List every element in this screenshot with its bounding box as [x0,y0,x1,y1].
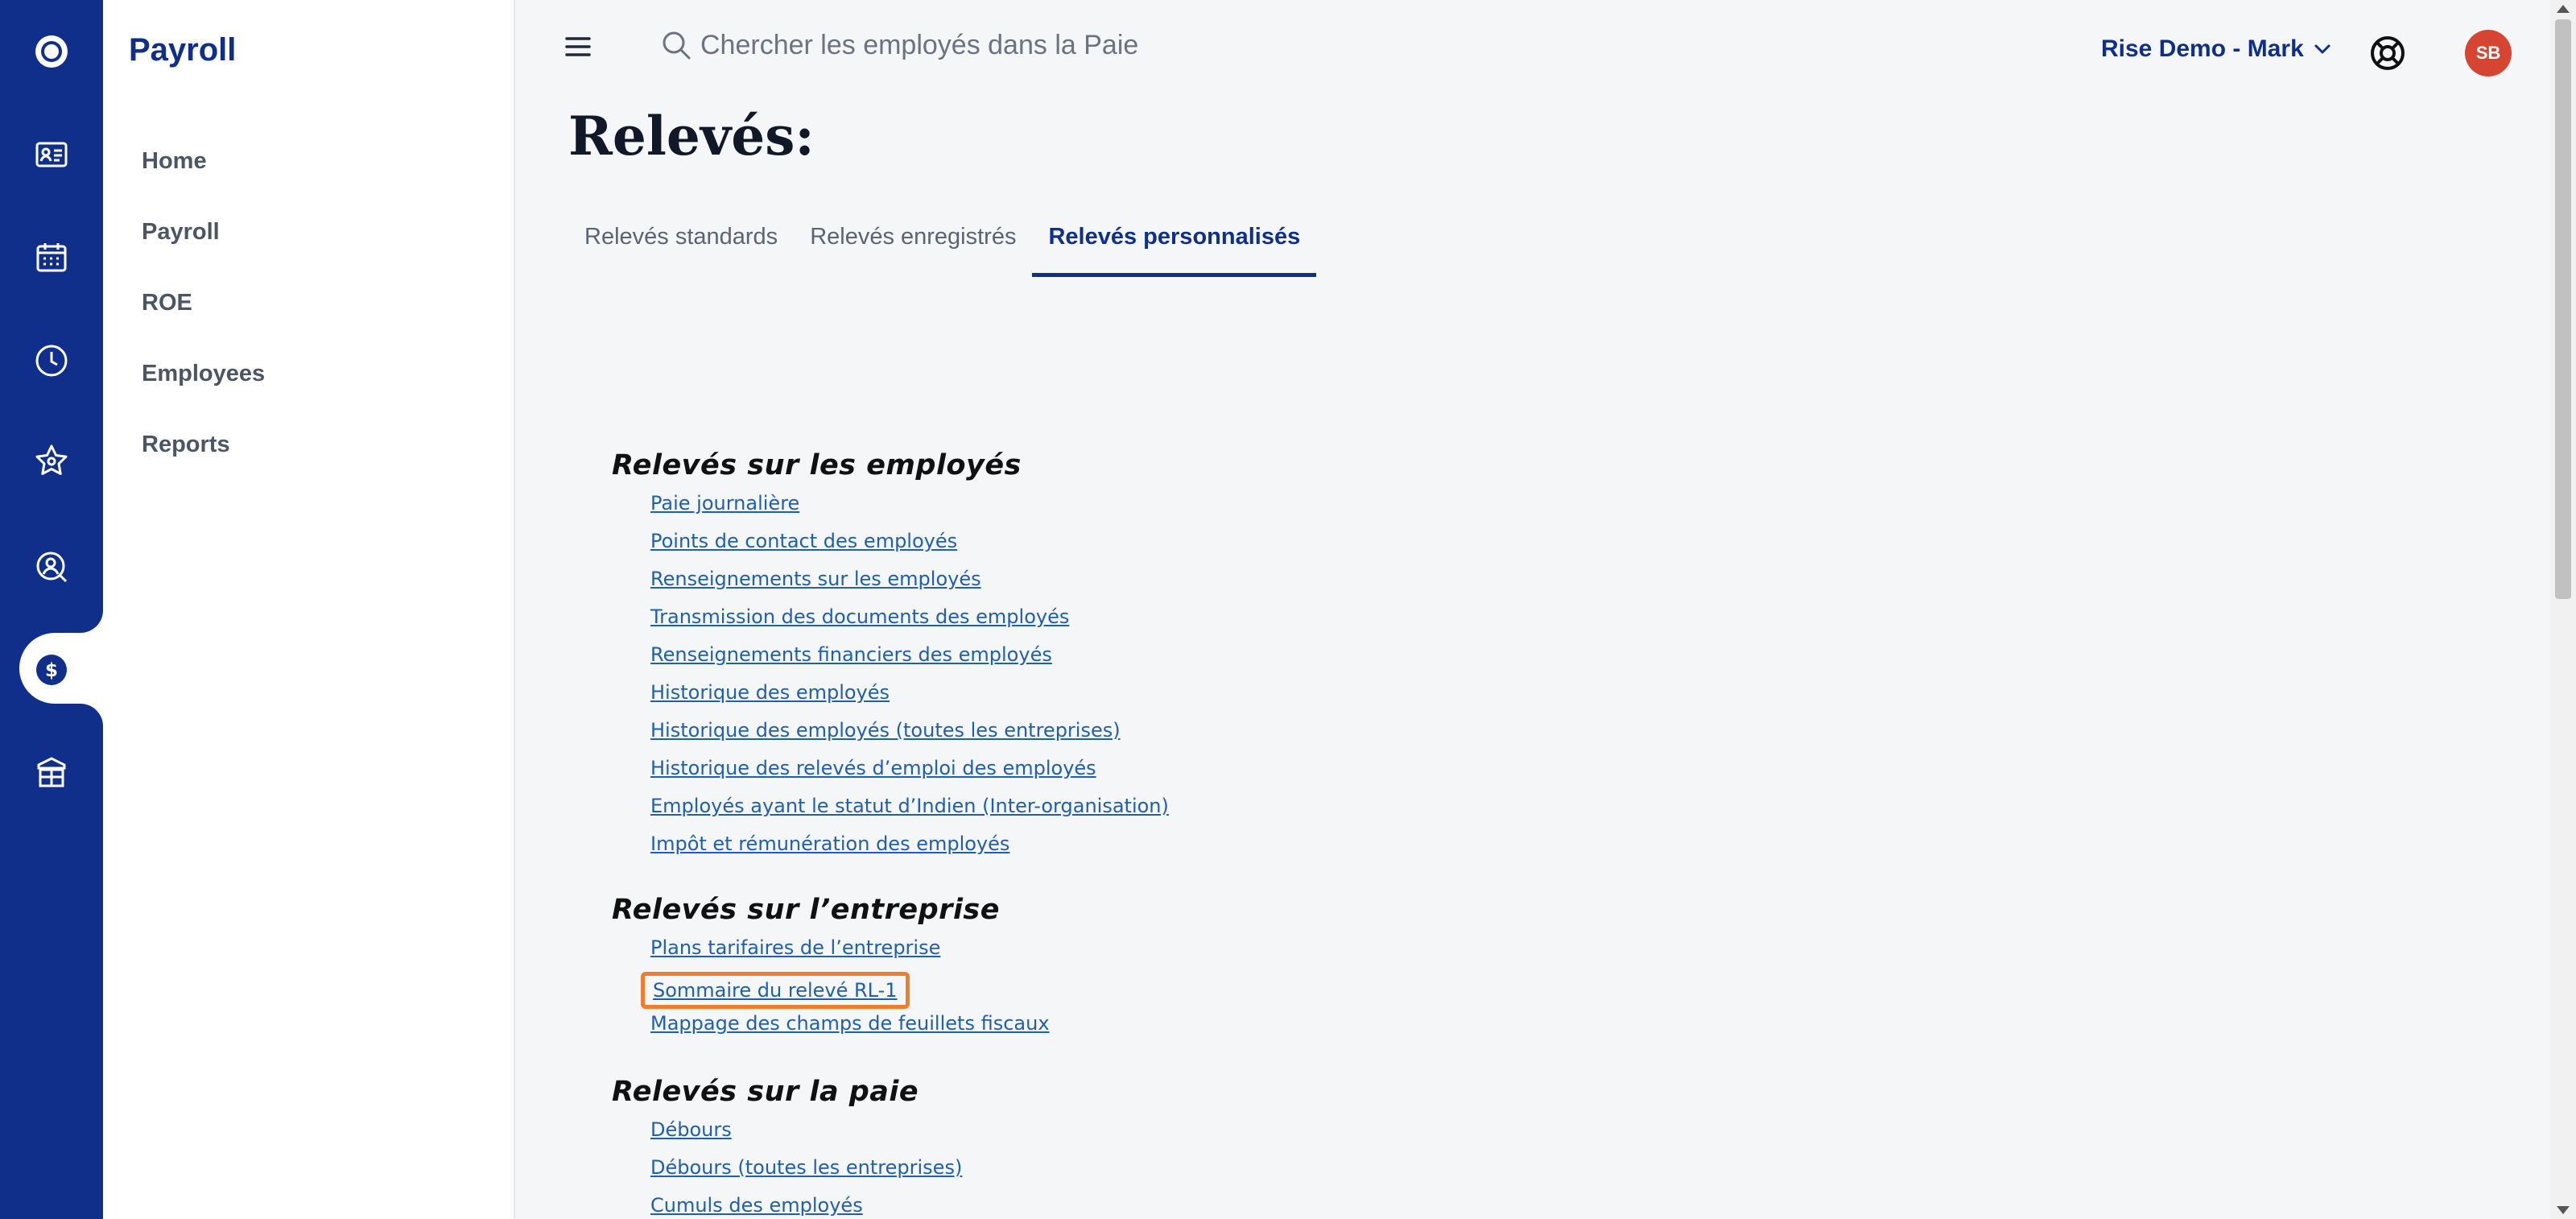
report-link-tax-slip-mapping[interactable]: Mappage des champs de feuillets fiscaux [650,1010,1050,1048]
star-icon[interactable] [0,425,103,496]
report-link-employee-financial[interactable]: Renseignements financiers des employés [650,641,1169,679]
highlight-row: Sommaire du relevé RL-1 [612,972,1050,1010]
vertical-scrollbar[interactable] [2550,0,2576,1219]
sidebar-item-roe[interactable]: ROE [142,283,265,354]
clock-icon[interactable] [0,325,103,396]
gift-box-icon[interactable] [0,738,103,808]
dollar-icon[interactable]: $ [0,634,103,705]
calendar-icon[interactable] [0,222,103,293]
scroll-thumb[interactable] [2555,19,2571,599]
payroll-reports-section: Relevés sur la paie Débours Débours (tou… [612,1076,962,1219]
account-switcher[interactable]: Rise Demo - Mark [2101,35,2333,63]
sidebar-item-payroll[interactable]: Payroll [142,213,265,283]
section-heading: Relevés sur l’entreprise [612,894,1001,926]
tab-saved-reports[interactable]: Relevés enregistrés [794,217,1032,277]
tab-standard-reports[interactable]: Relevés standards [568,217,794,277]
sidebar: Payroll Home Payroll ROE Employees Repor… [103,0,515,1219]
sidebar-item-reports[interactable]: Reports [142,425,265,496]
report-link-disbursements[interactable]: Débours [650,1116,962,1154]
logo-icon[interactable] [0,16,103,87]
app-rail: $ [0,0,103,1219]
sidebar-title: Payroll [129,32,237,68]
report-link-employee-documents[interactable]: Transmission des documents des employés [650,603,1169,641]
report-link-disbursements-all[interactable]: Débours (toutes les entreprises) [650,1154,962,1192]
hamburger-menu-icon[interactable] [564,32,592,61]
report-link-employee-info[interactable]: Renseignements sur les employés [650,565,1169,603]
report-link-daily-pay[interactable]: Paie journalière [650,490,1169,527]
account-label: Rise Demo - Mark [2101,35,2304,62]
help-lifebuoy-icon[interactable] [2368,34,2407,72]
chevron-down-icon [2314,44,2330,54]
tab-custom-reports[interactable]: Relevés personnalisés [1032,217,1316,277]
report-link-employee-history-all[interactable]: Historique des employés (toutes les entr… [650,717,1169,754]
section-heading: Relevés sur la paie [612,1076,919,1108]
search-input[interactable] [700,29,1425,61]
page-title: Relevés: [568,105,815,167]
id-card-icon[interactable] [0,119,103,190]
report-link-roe-history[interactable]: Historique des relevés d’emploi des empl… [650,754,1169,792]
svg-text:$: $ [45,660,58,681]
company-reports-section: Relevés sur l’entreprise Plans tarifaire… [612,894,1050,1048]
scroll-down-arrow[interactable] [2557,1206,2570,1214]
sidebar-item-employees[interactable]: Employees [142,354,265,425]
report-link-employee-contacts[interactable]: Points de contact des employés [650,527,1169,565]
section-heading: Relevés sur les employés [612,449,1022,481]
avatar[interactable]: SB [2465,30,2512,76]
rail-notch [80,704,103,726]
report-link-employee-accumulators[interactable]: Cumuls des employés [650,1192,962,1219]
sidebar-nav: Home Payroll ROE Employees Reports [142,142,265,496]
report-link-indian-status[interactable]: Employés ayant le statut d’Indien (Inter… [650,792,1169,830]
user-search-icon[interactable] [0,531,103,602]
report-link-tax-compensation[interactable]: Impôt et rémunération des employés [650,830,1169,868]
sidebar-item-home[interactable]: Home [142,142,265,213]
scroll-up-arrow[interactable] [2557,5,2570,13]
report-tabs: Relevés standards Relevés enregistrés Re… [568,217,1316,277]
top-header: Rise Demo - Mark SB [515,0,2576,105]
rail-notch [80,610,103,633]
report-link-employee-history[interactable]: Historique des employés [650,679,1169,717]
search-bar [660,29,1425,61]
report-link-rl1-summary[interactable]: Sommaire du relevé RL-1 [641,972,910,1009]
search-icon [663,31,691,60]
report-link-rate-plans[interactable]: Plans tarifaires de l’entreprise [650,934,1050,972]
employee-reports-section: Relevés sur les employés Paie journalièr… [612,449,1169,868]
